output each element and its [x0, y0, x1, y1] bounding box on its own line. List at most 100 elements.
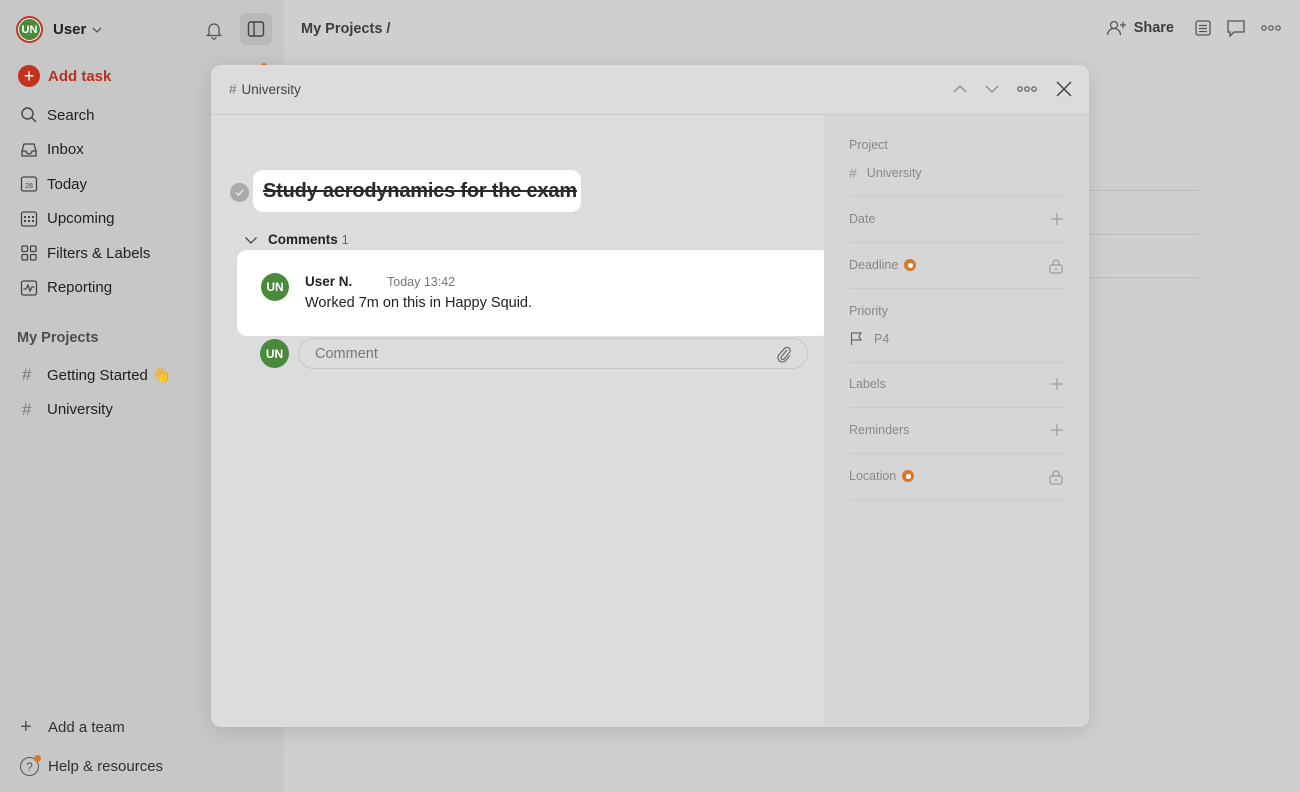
svg-text:28: 28 [25, 183, 33, 190]
sidebar-item-reporting[interactable]: Reporting [20, 271, 150, 306]
more-options-icon[interactable] [1260, 23, 1282, 33]
breadcrumb[interactable]: My Projects / [301, 21, 390, 37]
property-label: Project [849, 138, 888, 152]
sidebar-item-label: Reporting [47, 279, 113, 297]
property-label: Labels [849, 377, 886, 391]
comment-input[interactable] [298, 338, 808, 369]
chevron-down-icon[interactable] [983, 80, 1001, 98]
modal-project-label: University [241, 82, 301, 97]
divider [1088, 234, 1198, 235]
sidebar-item-filters-labels[interactable]: Filters & Labels [20, 236, 150, 271]
project-property[interactable]: Project # University [849, 138, 1064, 197]
sidebar-item-inbox[interactable]: Inbox [20, 133, 150, 168]
projects-section-title[interactable]: My Projects [17, 330, 98, 346]
deadline-label-row: Deadline [849, 258, 1064, 272]
date-property[interactable]: Date [849, 212, 1064, 243]
plus-icon[interactable] [1050, 212, 1064, 226]
priority-value-label: P4 [874, 331, 890, 346]
share-label: Share [1133, 20, 1174, 36]
comments-count: 1 [341, 232, 349, 247]
labels-property[interactable]: Labels [849, 377, 1064, 408]
task-properties-pane: Project # University Date Deadline Priori… [824, 115, 1089, 727]
flag-icon [850, 332, 863, 345]
add-task-label: Add task [48, 67, 112, 85]
task-title-box[interactable]: Study aerodynamics for the exam [253, 170, 581, 212]
project-value-label: University [866, 166, 922, 180]
task-title: Study aerodynamics for the exam [263, 179, 577, 202]
hash-icon: # [22, 399, 32, 419]
help-icon: ? [20, 755, 41, 776]
grid-icon [21, 245, 37, 261]
bell-icon[interactable] [204, 20, 224, 40]
divider [1088, 190, 1198, 191]
topbar-actions: Share [1106, 18, 1282, 38]
plus-icon[interactable] [1050, 423, 1064, 437]
chevron-up-icon[interactable] [951, 80, 969, 98]
comments-toggle[interactable]: Comments 1 [244, 232, 349, 247]
location-property[interactable]: Location [849, 469, 1064, 500]
divider [1088, 277, 1198, 278]
hash-icon: # [849, 165, 857, 181]
chevron-down-icon [92, 27, 102, 33]
calendar-grid-icon [20, 211, 38, 227]
project-list: # Getting Started 👋 # University [22, 358, 171, 427]
plus-circle-icon: + [18, 65, 40, 87]
calendar-today-icon: 28 [20, 176, 38, 192]
sidebar-nav: Search Inbox 28 Today Upcoming Filters &… [20, 98, 150, 305]
help-resources-button[interactable]: ? Help & resources [20, 755, 164, 776]
reminders-property[interactable]: Reminders [849, 423, 1064, 454]
plus-icon: + [20, 716, 32, 738]
property-label: Deadline [849, 258, 899, 272]
project-label: Getting Started 👋 [47, 367, 171, 385]
comment-icon[interactable] [1226, 18, 1246, 38]
property-label: Priority [849, 304, 888, 318]
deadline-property[interactable]: Deadline [849, 258, 1064, 289]
paperclip-icon[interactable] [776, 345, 792, 363]
more-options-icon[interactable] [1015, 80, 1039, 98]
sidebar-item-label: Filters & Labels [47, 244, 151, 262]
sidebar-item-upcoming[interactable]: Upcoming [20, 202, 150, 237]
user-menu[interactable]: UN User [16, 16, 102, 43]
add-task-button[interactable]: + Add task [18, 65, 111, 87]
sidebar-item-getting-started[interactable]: # Getting Started 👋 [22, 358, 171, 393]
task-detail-modal: # University Study aerodynamics for the e… [211, 65, 1089, 727]
avatar: UN [260, 339, 289, 368]
sidebar-item-university[interactable]: # University [22, 393, 171, 428]
modal-project-link[interactable]: # University [229, 82, 301, 97]
add-team-button[interactable]: + Add a team [20, 716, 125, 739]
sidebar-item-label: Search [47, 106, 95, 124]
add-person-icon [1106, 20, 1126, 36]
property-label: Location [849, 469, 897, 483]
comment-body: Worked 7m on this in Happy Squid. [305, 295, 533, 311]
add-team-label: Add a team [48, 719, 125, 736]
hash-icon: # [22, 365, 32, 385]
property-label: Date [849, 212, 876, 226]
lock-icon [1049, 259, 1063, 274]
list-view-icon[interactable] [1194, 19, 1212, 37]
comment-item: UN User N. Today 13:42 Worked 7m on this… [237, 250, 830, 336]
share-button[interactable]: Share [1106, 19, 1174, 37]
property-label: Reminders [849, 423, 910, 437]
modal-actions [951, 78, 1075, 100]
pro-badge-icon [902, 470, 915, 482]
sidebar-item-today[interactable]: 28 Today [20, 167, 150, 202]
toggle-sidebar-button[interactable] [240, 13, 272, 45]
plus-icon[interactable] [1050, 377, 1064, 391]
sidebar-item-label: Today [47, 175, 88, 193]
project-value: # University [849, 165, 1064, 181]
priority-property[interactable]: Priority P4 [849, 304, 1064, 363]
task-complete-checkbox[interactable] [230, 183, 249, 202]
sidebar-panel-icon [247, 21, 265, 37]
sidebar-item-search[interactable]: Search [20, 98, 150, 133]
priority-value: P4 [849, 331, 1064, 346]
modal-header: # University [211, 65, 1089, 115]
comment-author: User N. [305, 274, 353, 289]
avatar: UN [16, 16, 43, 43]
user-name: User [53, 21, 87, 38]
lock-icon [1049, 470, 1063, 485]
search-icon [21, 107, 37, 123]
close-icon[interactable] [1053, 78, 1075, 100]
help-label: Help & resources [48, 758, 164, 775]
checkmark-icon [235, 189, 244, 197]
pro-badge-icon [904, 259, 917, 271]
